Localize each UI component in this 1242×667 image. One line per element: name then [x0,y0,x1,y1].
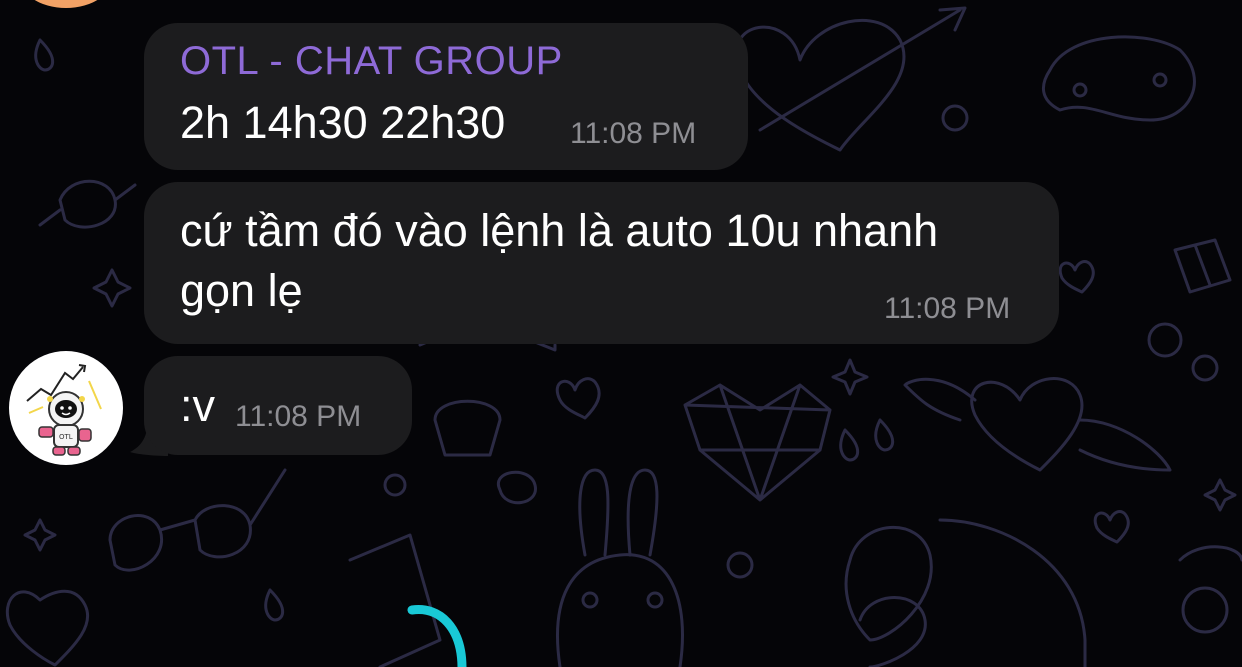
sun-doodle [383,473,407,497]
bubble-doodle [1191,354,1219,382]
message-text: cứ tầm đó vào lệnh là auto 10u nhanh gọn… [180,201,938,321]
message-text-line: cứ tầm đó vào lệnh là auto 10u nhanh [180,205,939,256]
sparkle-doodle [23,518,57,552]
astronaut-avatar-image: OTL [26,364,102,456]
bubble-doodle [1147,322,1183,358]
loading-spinner-icon [407,605,467,667]
rabbit-ear-doodle [626,468,659,557]
winged-heart-doodle [970,377,1084,472]
astronaut-avatar[interactable]: OTL [9,351,123,465]
badge-doodle [1178,545,1242,562]
sparkle-doodle [92,268,132,308]
dot-doodle [1072,82,1088,98]
ring-doodle [496,470,537,505]
mask-doodle [1041,35,1196,122]
rabbit-eye-doodle [646,591,664,609]
rabbit-ear-doodle [578,468,610,557]
sparkle-doodle [1203,478,1237,512]
lace-heart-doodle [5,589,90,667]
sun-doodle [726,551,754,579]
cupcake-doodle [433,399,502,457]
rabbit-doodle [556,553,684,667]
message-timestamp: 11:08 PM [570,117,697,150]
gift-doodle [1173,238,1232,294]
message-bubble[interactable]: :v 11:08 PM [144,356,412,455]
droplet-doodle [874,418,895,452]
message-text: :v [180,380,216,431]
strawberry-doodle [844,526,933,642]
droplet-doodle [264,588,285,622]
wing-doodle [1078,418,1172,472]
wing-doodle [903,377,977,422]
sun-doodle [941,104,969,132]
small-heart-doodle [555,377,601,420]
small-heart-doodle [1058,260,1095,294]
message-text: 2h 14h30 22h30 [180,97,506,148]
droplet-doodle [839,428,860,462]
sparkle-doodle [831,358,869,396]
glasses-doodle [108,468,287,572]
small-heart-doodle [1093,510,1130,544]
candy-doodle [38,179,137,229]
message-bubble[interactable]: cứ tầm đó vào lệnh là auto 10u nhanh gọn… [144,182,1059,344]
message-timestamp: 11:08 PM [235,400,362,433]
arrow-doodle [758,6,967,132]
hat-doodle [938,518,1087,667]
dot-doodle [1152,72,1168,88]
message-bubble[interactable]: OTL - CHAT GROUP 2h 14h30 22h30 11:08 PM [144,23,748,170]
rabbit-eye-doodle [581,591,599,609]
gem-heart-doodle [683,383,832,502]
chat-screen: OTL - CHAT GROUP 2h 14h30 22h30 11:08 PM… [0,0,1242,667]
message-text-line: gọn lẹ [180,265,303,316]
svg-text:OTL: OTL [59,433,73,441]
droplet-doodle [34,38,55,72]
message-timestamp: 11:08 PM [884,292,1011,325]
badge-doodle [1181,586,1229,634]
sender-name[interactable]: OTL - CHAT GROUP [180,39,563,84]
